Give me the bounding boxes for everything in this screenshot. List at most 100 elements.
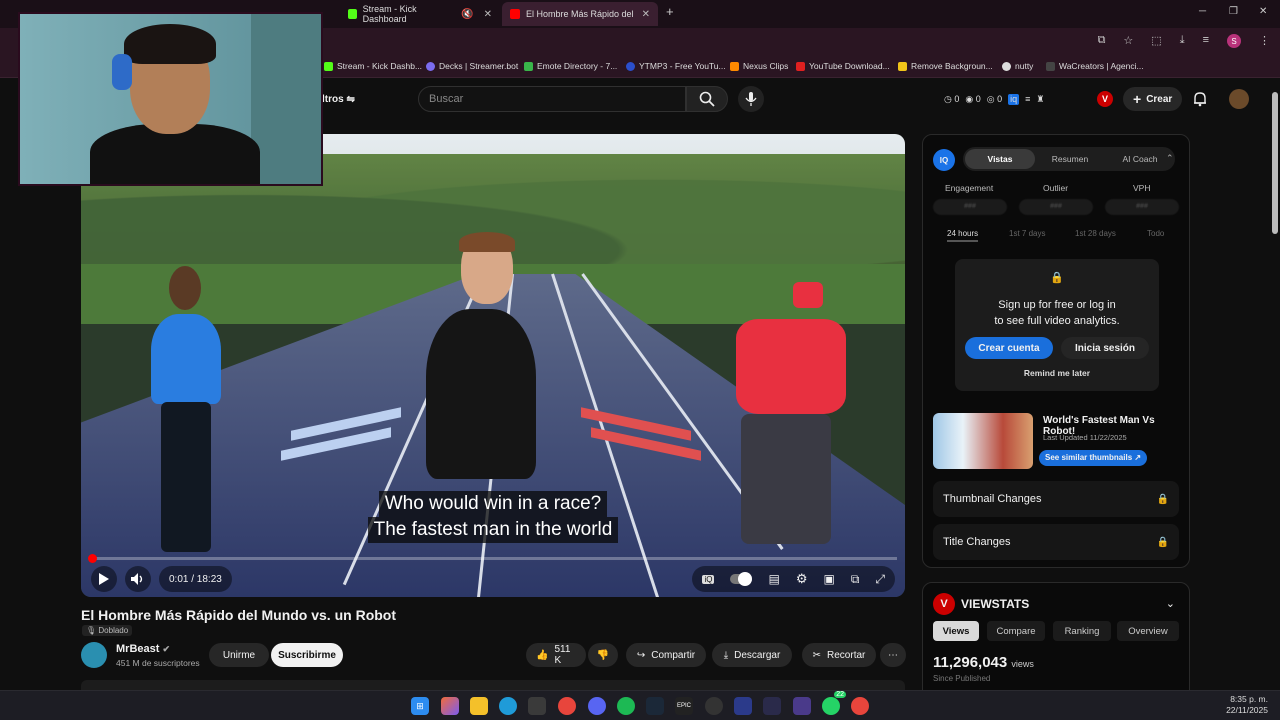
similar-thumbnails-button[interactable]: See similar thumbnails ↗ <box>1039 450 1148 466</box>
dislike-button[interactable]: 👎 <box>588 643 618 667</box>
obs-icon[interactable] <box>705 697 723 715</box>
description-box[interactable] <box>81 680 905 690</box>
create-account-button[interactable]: Crear cuenta <box>965 337 1053 359</box>
title-changes-row[interactable]: Title Changes 🔒 <box>933 524 1179 560</box>
range-28-days[interactable]: 1st 28 days <box>1075 229 1116 238</box>
share-button[interactable]: ↪ Compartir <box>626 643 706 667</box>
range-7-days[interactable]: 1st 7 days <box>1009 229 1045 238</box>
minimize-icon[interactable]: ─ <box>1199 6 1206 17</box>
viewstats-badge[interactable]: V <box>1097 91 1113 107</box>
vidiq-player-icon[interactable]: iQ <box>702 574 715 584</box>
edge-icon[interactable] <box>499 697 517 715</box>
app-icon[interactable] <box>793 697 811 715</box>
account-avatar[interactable] <box>1229 89 1249 109</box>
bookmark-item[interactable]: Emote Directory - 7... <box>524 61 617 71</box>
file-explorer-icon[interactable] <box>470 697 488 715</box>
join-button[interactable]: Unirme <box>209 643 269 667</box>
autoplay-toggle[interactable] <box>730 572 753 586</box>
new-tab-button[interactable]: + <box>666 4 674 19</box>
epic-games-icon[interactable]: EPIC <box>675 697 693 715</box>
tab-compare[interactable]: Compare <box>987 621 1045 641</box>
remind-later-link[interactable]: Remind me later <box>955 368 1159 378</box>
fullscreen-icon[interactable]: ⤢ <box>875 572 885 587</box>
bookmark-item[interactable]: Stream - Kick Dashb... <box>324 61 422 71</box>
video-thumbnail[interactable] <box>933 413 1033 469</box>
star-icon[interactable]: ☆ <box>1123 34 1133 48</box>
tab-vistas[interactable]: Vistas <box>965 149 1035 169</box>
tab-overview[interactable]: Overview <box>1117 621 1179 641</box>
channel-name[interactable]: MrBeast ✔ <box>116 643 170 655</box>
login-button[interactable]: Inicia sesión <box>1061 337 1149 359</box>
mute-icon[interactable]: 🔇 <box>461 9 473 20</box>
progress-bar[interactable] <box>88 554 897 563</box>
create-button[interactable]: + Crear <box>1123 87 1183 111</box>
media-icon[interactable]: ≡ <box>1203 34 1209 48</box>
video-player[interactable]: Who would win in a race? The fastest man… <box>81 134 905 597</box>
discord-icon[interactable] <box>588 697 606 715</box>
collapse-icon[interactable]: ⌃ <box>1166 153 1174 164</box>
chrome-icon[interactable] <box>558 697 576 715</box>
streamerbot-icon[interactable] <box>734 697 752 715</box>
tab-views[interactable]: Views <box>933 621 979 641</box>
download-icon[interactable]: ⤓ <box>1180 34 1185 48</box>
chevron-down-icon[interactable]: ⌄ <box>1166 597 1175 610</box>
windows-taskbar: ⊞ EPIC 22 8:35 p. m. 22/11/2025 <box>0 690 1280 720</box>
subscribe-button[interactable]: Suscribirme <box>271 643 343 667</box>
volume-button[interactable] <box>125 566 151 592</box>
filters-button[interactable]: ltros ⇋ <box>322 94 355 105</box>
thumbnail-changes-row[interactable]: Thumbnail Changes 🔒 <box>933 481 1179 517</box>
menu-icon[interactable]: ⋮ <box>1259 34 1270 48</box>
windows-start-icon[interactable]: ⊞ <box>411 697 429 715</box>
spotify-icon[interactable] <box>617 697 635 715</box>
store-icon[interactable] <box>528 697 546 715</box>
search-input[interactable]: Buscar <box>418 86 686 112</box>
miniplayer-icon[interactable]: ▣ <box>823 572 834 586</box>
range-all[interactable]: Todo <box>1147 229 1164 238</box>
extensions-icon[interactable]: ⬚ <box>1151 34 1161 48</box>
voice-search-button[interactable] <box>738 86 764 112</box>
channel-avatar[interactable] <box>81 642 107 668</box>
whatsapp-icon[interactable]: 22 <box>822 691 846 715</box>
steam-icon[interactable] <box>646 697 664 715</box>
system-clock[interactable]: 8:35 p. m. 22/11/2025 <box>1226 694 1268 716</box>
tab-ranking[interactable]: Ranking <box>1053 621 1111 641</box>
close-tab-icon[interactable]: ✕ <box>484 9 492 20</box>
share-icon: ↪ <box>636 649 646 661</box>
audio-app-icon[interactable] <box>763 697 781 715</box>
like-button[interactable]: 👍 511 K <box>526 643 586 667</box>
close-window-icon[interactable]: ✕ <box>1259 6 1267 17</box>
bookmark-item[interactable]: Nexus Clips <box>730 61 788 71</box>
range-24-hours[interactable]: 24 hours <box>947 229 979 242</box>
bookmark-item[interactable]: YouTube Download... <box>796 61 890 71</box>
more-actions-button[interactable]: ⋯ <box>880 643 906 667</box>
search-button[interactable] <box>686 86 728 112</box>
page-scrollbar[interactable] <box>1272 92 1278 234</box>
play-button[interactable] <box>91 566 117 592</box>
tab-resumen[interactable]: Resumen <box>1035 154 1105 164</box>
vidiq-icon[interactable]: iq <box>1008 94 1020 105</box>
subtitles-icon[interactable]: ▤ <box>768 572 779 586</box>
chrome-active-icon[interactable] <box>851 697 869 715</box>
bookmark-item[interactable]: Remove Backgroun... <box>898 61 993 71</box>
profile-avatar[interactable]: S <box>1227 34 1241 48</box>
copilot-icon[interactable] <box>441 697 459 715</box>
close-tab-icon[interactable]: ✕ <box>642 9 650 20</box>
progress-scrubber[interactable] <box>88 554 97 563</box>
cast-icon[interactable]: ⧉ <box>1098 34 1106 48</box>
tab-kick-dashboard[interactable]: Stream - Kick Dashboard 🔇 ✕ <box>340 2 500 26</box>
cast-icon[interactable]: ⧉ <box>851 572 860 587</box>
bookmark-item[interactable]: nutty <box>1002 61 1033 71</box>
notifications-bell-icon[interactable] <box>1192 91 1208 107</box>
clip-button[interactable]: ✂ Recortar <box>802 643 876 667</box>
bars-icon[interactable]: ≡ <box>1025 94 1030 105</box>
tab-youtube-video[interactable]: El Hombre Más Rápido del Mu ✕ <box>502 2 658 26</box>
bookmark-item[interactable]: WaCreators | Agenci... <box>1046 61 1144 71</box>
settings-gear-icon[interactable]: ⚙ <box>796 571 808 587</box>
restore-icon[interactable]: ❐ <box>1229 6 1238 17</box>
download-button[interactable]: ⤓ Descargar <box>712 643 792 667</box>
tab-ai-coach[interactable]: AI Coach <box>1105 154 1175 164</box>
bookmark-item[interactable]: Decks | Streamer.bot <box>426 61 518 71</box>
nexus-icon <box>730 61 739 71</box>
bookmark-item[interactable]: YTMP3 - Free YouTu... <box>626 61 726 71</box>
trophy-icon[interactable]: ♜ <box>1036 94 1044 105</box>
